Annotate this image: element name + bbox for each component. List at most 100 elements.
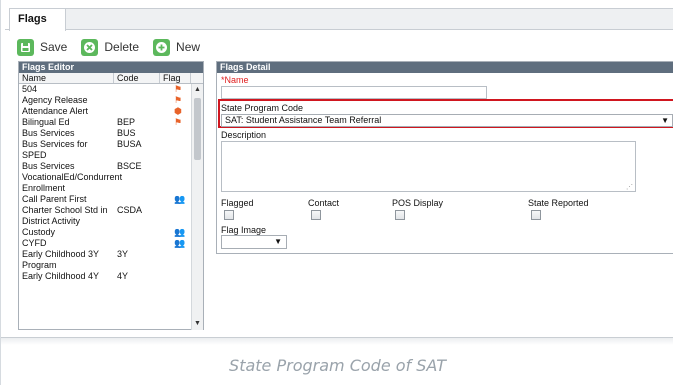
bell-icon: ⬢	[174, 106, 182, 116]
new-label: New	[176, 40, 201, 54]
list-item-flag: ⚑	[160, 84, 191, 95]
list-item-flag	[160, 128, 191, 139]
people-icon: 👥	[174, 194, 186, 204]
contact-label: Contact	[308, 198, 340, 208]
scroll-down-icon[interactable]: ▼	[192, 318, 203, 330]
list-item-name: Bus Services	[22, 128, 75, 138]
contact-checkbox[interactable]	[311, 210, 321, 220]
flags-editor-panel: Flags Editor Name Code Flag 504 ⚑ Agency R…	[18, 61, 204, 330]
list-item[interactable]: Bus Services VocationalEd/Condurrent Enr…	[19, 161, 192, 194]
name-label: *Name	[221, 75, 249, 85]
description-textarea[interactable]: ⋰	[221, 141, 636, 192]
chevron-down-icon: ▼	[274, 237, 282, 246]
save-icon	[17, 38, 34, 56]
list-item-flag: 👥	[160, 238, 191, 249]
list-item[interactable]: Custody 👥	[19, 227, 192, 238]
list-item-code: 4Y	[117, 271, 129, 281]
list-item-flag: 👥	[160, 194, 191, 205]
save-label: Save	[40, 40, 68, 54]
delete-label: Delete	[104, 40, 140, 54]
list-item-code: BSCE	[117, 161, 142, 171]
flag-icon: ⚑	[174, 84, 183, 94]
tab-bar-background	[65, 8, 673, 29]
flagged-label: Flagged	[221, 198, 254, 208]
list-item[interactable]: Agency Release ⚑	[19, 95, 192, 106]
list-item-flag	[160, 139, 191, 161]
figure-caption: State Program Code of SAT	[229, 356, 446, 375]
list-item-code: CSDA	[117, 205, 143, 215]
list-item-flag	[160, 161, 191, 194]
list-item[interactable]: Early Childhood 4Y 4Y	[19, 271, 192, 282]
list-item[interactable]: Bilingual Ed BEP ⚑	[19, 117, 192, 128]
flag-icon: ⚑	[174, 117, 183, 127]
flags-detail-title: Flags Detail	[217, 62, 673, 73]
list-item-name: Agency Release	[22, 95, 88, 105]
list-item-flag	[160, 271, 191, 282]
list-item[interactable]: CYFD 👥	[19, 238, 192, 249]
column-header-code[interactable]: Code	[114, 73, 160, 83]
pos-display-checkbox[interactable]	[395, 210, 405, 220]
resize-handle-icon[interactable]: ⋰	[626, 183, 633, 191]
list-item[interactable]: 504 ⚑	[19, 84, 192, 95]
list-item-code	[114, 106, 160, 117]
state-program-code-value: SAT: Student Assistance Team Referral	[225, 115, 382, 125]
list-item-code: 3Y	[117, 249, 129, 259]
list-item-name: Early Childhood 4Y	[22, 271, 100, 281]
flagged-checkbox[interactable]	[224, 210, 234, 220]
list-item-code: BEP	[117, 117, 136, 127]
flags-editor-columns: Name Code Flag	[19, 73, 203, 84]
flag-image-select[interactable]: ▼	[221, 235, 287, 249]
list-item-code: BUS	[117, 128, 136, 138]
save-button[interactable]: Save	[17, 38, 68, 56]
list-item-name: Bilingual Ed	[22, 117, 70, 127]
list-item-name: Bus Services for SPED	[22, 139, 88, 160]
list-item-name: Charter School Std in District Activity	[22, 205, 108, 226]
chevron-down-icon: ▼	[661, 116, 669, 125]
name-input[interactable]	[221, 86, 487, 99]
list-item-name: Custody	[22, 227, 56, 237]
flags-list-scrollbar[interactable]: ▲ ▼	[191, 84, 203, 330]
list-item[interactable]: Bus Services BUS	[19, 128, 192, 139]
bottom-divider	[1, 337, 673, 345]
new-button[interactable]: New	[153, 38, 201, 56]
column-header-name[interactable]: Name	[19, 73, 114, 83]
list-item-code	[114, 194, 160, 205]
list-item-flag	[160, 205, 191, 227]
tab-bar: Flags	[5, 8, 673, 31]
list-item[interactable]: Attendance Alert ⬢	[19, 106, 192, 117]
list-item-code	[114, 84, 160, 95]
list-item-name: Attendance Alert	[22, 106, 89, 116]
list-item-flag: ⚑	[160, 95, 191, 106]
list-item-flag: 👥	[160, 227, 191, 238]
column-header-flag[interactable]: Flag	[160, 73, 191, 83]
list-item[interactable]: Charter School Std in District Activity C…	[19, 205, 192, 227]
delete-button[interactable]: Delete	[81, 38, 140, 56]
flags-editor-title: Flags Editor	[19, 62, 203, 73]
state-program-code-select[interactable]: SAT: Student Assistance Team Referral ▼	[221, 114, 673, 127]
list-item-name: CYFD	[22, 238, 47, 248]
tab-flags[interactable]: Flags	[9, 8, 66, 31]
list-item-name: Bus Services VocationalEd/Condurrent Enr…	[22, 161, 123, 193]
pos-display-label: POS Display	[392, 198, 444, 208]
scroll-thumb[interactable]	[194, 98, 201, 160]
new-icon	[153, 38, 171, 56]
list-item[interactable]: Bus Services for SPED BUSA	[19, 139, 192, 161]
people-icon: 👥	[174, 227, 186, 237]
list-item[interactable]: Call Parent First 👥	[19, 194, 192, 205]
list-item[interactable]: Early Childhood 3Y Program 3Y	[19, 249, 192, 271]
description-label: Description	[221, 130, 267, 140]
list-item-name: Call Parent First	[22, 194, 87, 204]
list-item-flag	[160, 249, 191, 271]
list-item-code: BUSA	[117, 139, 142, 149]
list-item-code	[114, 238, 160, 249]
scroll-up-icon[interactable]: ▲	[192, 84, 203, 96]
state-reported-label: State Reported	[528, 198, 589, 208]
toolbar: Save Delete New	[17, 36, 214, 58]
flags-list: 504 ⚑ Agency Release ⚑ Attendance Alert ⬢ Bili…	[19, 84, 192, 330]
list-item-name: Early Childhood 3Y Program	[22, 249, 99, 270]
delete-icon	[81, 38, 99, 56]
flags-detail-panel: Flags Detail *Name State Program Code SA…	[216, 61, 673, 254]
list-item-flag: ⬢	[160, 106, 191, 117]
state-reported-checkbox[interactable]	[531, 210, 541, 220]
state-program-code-label: State Program Code	[221, 103, 304, 113]
